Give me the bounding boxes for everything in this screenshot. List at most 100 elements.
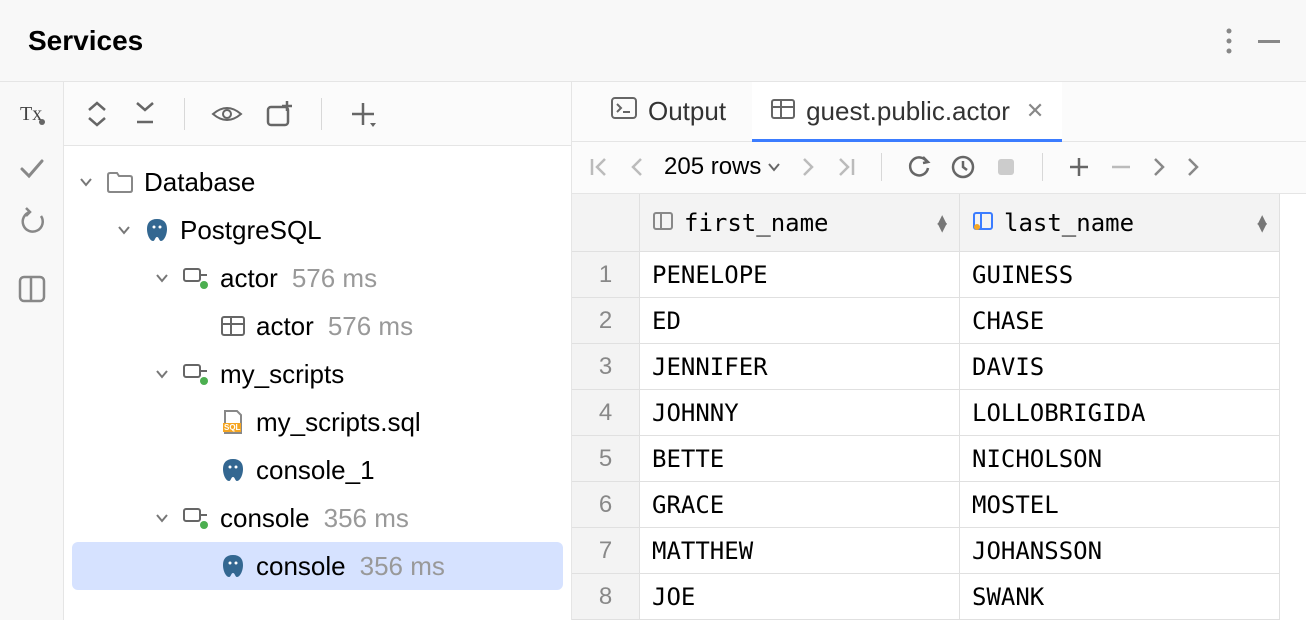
tree-label: console_1 xyxy=(256,455,375,486)
tree-label: my_scripts.sql xyxy=(256,407,421,438)
cell-last-name[interactable]: LOLLOBRIGIDA xyxy=(960,390,1280,436)
row-number[interactable]: 1 xyxy=(572,252,640,298)
cell-last-name[interactable]: NICHOLSON xyxy=(960,436,1280,482)
left-rail: Tx xyxy=(0,82,64,620)
column-label: last_name xyxy=(1004,209,1134,237)
tab-output[interactable]: Output xyxy=(592,82,744,141)
chevron-right-icon[interactable] xyxy=(1151,156,1167,178)
tree-node-actor[interactable]: actor 576 ms xyxy=(72,302,563,350)
terminal-icon xyxy=(610,96,638,127)
table-icon xyxy=(770,96,796,127)
rows-label: 205 rows xyxy=(664,153,761,181)
stop-icon[interactable] xyxy=(994,155,1018,179)
row-number[interactable]: 3 xyxy=(572,344,640,390)
cell-first-name[interactable]: MATTHEW xyxy=(640,528,960,574)
cell-first-name[interactable]: BETTE xyxy=(640,436,960,482)
close-icon[interactable]: ✕ xyxy=(1026,98,1044,124)
tree-node-postgresql[interactable]: PostgreSQL xyxy=(72,206,563,254)
cell-first-name[interactable]: PENELOPE xyxy=(640,252,960,298)
row-number[interactable]: 4 xyxy=(572,390,640,436)
column-header-last-name[interactable]: last_name ▲▼ xyxy=(960,194,1280,252)
column-header-first-name[interactable]: first_name ▲▼ xyxy=(640,194,960,252)
cell-first-name[interactable]: GRACE xyxy=(640,482,960,528)
folder-icon xyxy=(106,170,134,194)
row-number[interactable]: 7 xyxy=(572,528,640,574)
row-number[interactable]: 8 xyxy=(572,574,640,620)
chevron-down-icon[interactable] xyxy=(114,222,134,238)
rows-count[interactable]: 205 rows xyxy=(664,153,781,181)
separator xyxy=(321,98,322,130)
datasource-icon xyxy=(182,362,210,386)
tree-time: 356 ms xyxy=(360,551,445,582)
next-page-icon[interactable] xyxy=(799,156,817,178)
svg-text:SQL: SQL xyxy=(224,423,241,432)
panel-actions xyxy=(1226,28,1282,54)
datasource-icon xyxy=(182,506,210,530)
sort-icon[interactable]: ▲▼ xyxy=(1257,215,1267,231)
tree-node-console-group[interactable]: console 356 ms xyxy=(72,494,563,542)
tree-node-console1[interactable]: console_1 xyxy=(72,446,563,494)
cell-last-name[interactable]: SWANK xyxy=(960,574,1280,620)
row-number[interactable]: 2 xyxy=(572,298,640,344)
add-icon[interactable] xyxy=(348,99,378,129)
tree-node-scripts-group[interactable]: my_scripts xyxy=(72,350,563,398)
minimize-icon[interactable] xyxy=(1256,28,1282,54)
row-number[interactable]: 6 xyxy=(572,482,640,528)
add-row-icon[interactable] xyxy=(1067,155,1091,179)
first-page-icon[interactable] xyxy=(588,156,610,178)
tree-panel: Database PostgreSQL actor 576 ms actor 5… xyxy=(64,82,572,620)
separator xyxy=(1042,153,1043,181)
tree-label: console xyxy=(256,551,346,582)
panel-header: Services xyxy=(0,0,1306,82)
chevron-down-icon[interactable] xyxy=(152,270,172,286)
cell-last-name[interactable]: JOHANSSON xyxy=(960,528,1280,574)
tx-icon[interactable]: Tx xyxy=(16,98,48,130)
results-panel: Output guest.public.actor ✕ 205 rows xyxy=(572,82,1306,620)
layout-icon[interactable] xyxy=(17,274,47,304)
tree-label: my_scripts xyxy=(220,359,344,390)
tab-actor[interactable]: guest.public.actor ✕ xyxy=(752,82,1062,141)
rollback-icon[interactable] xyxy=(16,206,48,238)
tree-node-console-selected[interactable]: console 356 ms xyxy=(72,542,563,590)
postgres-icon xyxy=(144,217,170,243)
tab-bar: Output guest.public.actor ✕ xyxy=(572,82,1306,142)
row-number[interactable]: 5 xyxy=(572,436,640,482)
prev-page-icon[interactable] xyxy=(628,156,646,178)
tree-label: PostgreSQL xyxy=(180,215,322,246)
chevron-right-icon[interactable] xyxy=(1185,156,1201,178)
tree-node-scripts-sql[interactable]: SQL my_scripts.sql xyxy=(72,398,563,446)
cell-last-name[interactable]: GUINESS xyxy=(960,252,1280,298)
clock-icon[interactable] xyxy=(950,154,976,180)
datasource-icon xyxy=(182,266,210,290)
cell-first-name[interactable]: JOHNNY xyxy=(640,390,960,436)
more-icon[interactable] xyxy=(1226,28,1232,54)
reload-icon[interactable] xyxy=(906,154,932,180)
cell-first-name[interactable]: JENNIFER xyxy=(640,344,960,390)
main-layout: Tx xyxy=(0,82,1306,620)
chevron-down-icon[interactable] xyxy=(76,174,96,190)
separator xyxy=(184,98,185,130)
collapse-all-icon[interactable] xyxy=(132,100,158,128)
tree-time: 356 ms xyxy=(324,503,409,534)
tree-node-database[interactable]: Database xyxy=(72,158,563,206)
commit-icon[interactable] xyxy=(16,152,48,184)
remove-row-icon[interactable] xyxy=(1109,155,1133,179)
chevron-down-icon[interactable] xyxy=(152,510,172,526)
tab-label: guest.public.actor xyxy=(806,96,1010,127)
tree-node-actor-group[interactable]: actor 576 ms xyxy=(72,254,563,302)
last-page-icon[interactable] xyxy=(835,156,857,178)
row-number-header xyxy=(572,194,640,252)
cell-first-name[interactable]: ED xyxy=(640,298,960,344)
eye-icon[interactable] xyxy=(211,102,243,126)
table-icon xyxy=(220,315,246,337)
cell-first-name[interactable]: JOE xyxy=(640,574,960,620)
expand-all-icon[interactable] xyxy=(84,100,110,128)
cell-last-name[interactable]: MOSTEL xyxy=(960,482,1280,528)
chevron-down-icon[interactable] xyxy=(152,366,172,382)
tree: Database PostgreSQL actor 576 ms actor 5… xyxy=(64,146,571,602)
new-session-icon[interactable] xyxy=(265,99,295,129)
cell-last-name[interactable]: DAVIS xyxy=(960,344,1280,390)
sort-icon[interactable]: ▲▼ xyxy=(937,215,947,231)
data-toolbar: 205 rows xyxy=(572,142,1306,194)
cell-last-name[interactable]: CHASE xyxy=(960,298,1280,344)
